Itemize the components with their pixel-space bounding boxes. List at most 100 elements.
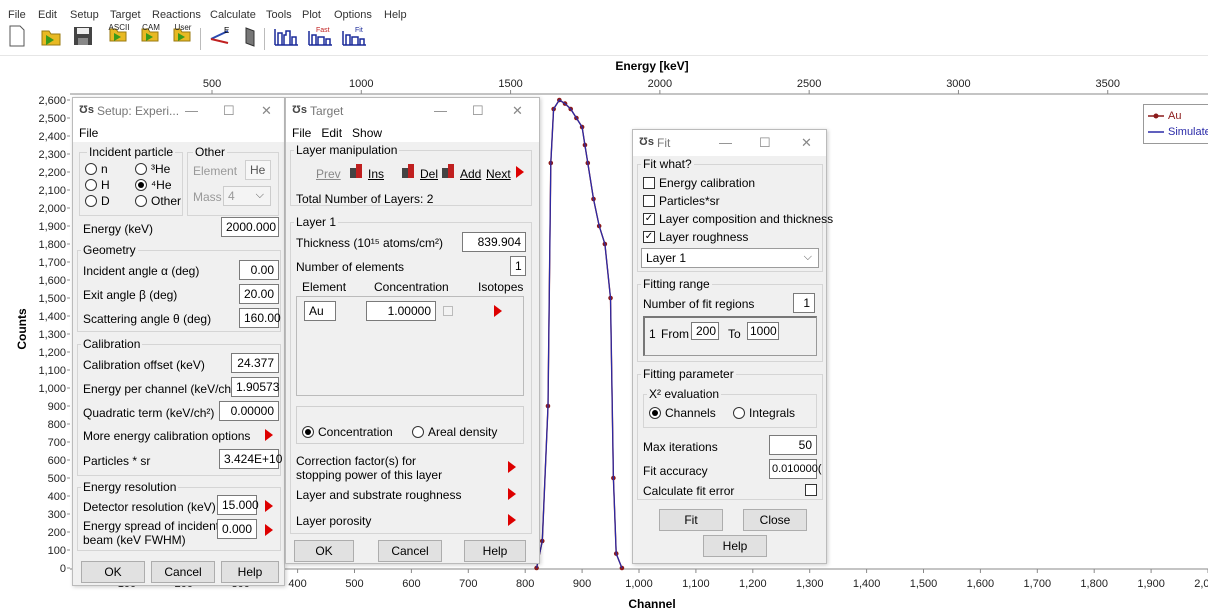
radio-d[interactable]: D: [85, 194, 110, 208]
menu-plot[interactable]: Plot: [302, 9, 321, 21]
detector-resolution-field[interactable]: 15.000: [217, 495, 259, 515]
menu-tools[interactable]: Tools: [266, 9, 292, 21]
fit-accuracy-field[interactable]: 0.010000(: [769, 459, 822, 479]
more-calibration-options-arrow-icon[interactable]: [265, 429, 273, 441]
add-button[interactable]: Add: [460, 167, 481, 181]
detector-resolution-arrow-icon[interactable]: [265, 500, 273, 512]
menu-target[interactable]: Target: [110, 9, 141, 21]
new-file-button[interactable]: [8, 25, 26, 55]
energy-spread-field[interactable]: 0.000: [217, 519, 257, 539]
next-arrow-icon[interactable]: [516, 166, 524, 178]
menu-options[interactable]: Options: [334, 9, 372, 21]
setup-experiment-button[interactable]: E: [208, 25, 232, 55]
y-tick-label: 2,600: [38, 95, 66, 107]
radio-channels[interactable]: Channels: [649, 406, 716, 420]
minimize-icon[interactable]: —: [719, 135, 732, 150]
max-iterations-field[interactable]: 50: [769, 435, 817, 455]
radio-3he[interactable]: ³He: [135, 162, 170, 176]
incident-angle-field[interactable]: 0.00: [239, 260, 279, 280]
maximize-icon[interactable]: ☐: [759, 135, 771, 151]
close-icon[interactable]: ✕: [512, 103, 523, 119]
scattering-angle-field[interactable]: 160.00: [239, 308, 281, 328]
maximize-icon[interactable]: ☐: [223, 103, 235, 119]
target-menu-edit[interactable]: Edit: [321, 126, 342, 140]
particles-sr-checkbox[interactable]: Particles*sr: [643, 194, 720, 208]
target-help-button[interactable]: Help: [464, 540, 526, 562]
setup-menu-file[interactable]: File: [79, 126, 98, 140]
to-field[interactable]: 1000: [747, 322, 779, 340]
fit-help-button[interactable]: Help: [703, 535, 767, 557]
porosity-arrow-icon[interactable]: [508, 514, 516, 526]
save-button[interactable]: [72, 25, 94, 55]
top-tick-label: 3000: [946, 78, 970, 90]
particles-sr-field[interactable]: 3.424E+10: [219, 449, 282, 469]
setup-help-button[interactable]: Help: [221, 561, 279, 583]
minimize-icon[interactable]: —: [185, 103, 198, 118]
maximize-icon[interactable]: ☐: [472, 103, 484, 119]
radio-other[interactable]: Other: [135, 194, 181, 208]
cal-offset-field[interactable]: 24.377: [231, 353, 279, 373]
simulate-icon: [274, 29, 298, 46]
concentration-field[interactable]: 1.00000: [366, 301, 436, 321]
mass-select[interactable]: 4 ⌵: [223, 186, 271, 206]
import-user-button[interactable]: User: [172, 23, 194, 55]
menu-help[interactable]: Help: [384, 9, 407, 21]
element-au-field[interactable]: Au: [304, 301, 336, 321]
target-ok-button[interactable]: OK: [294, 540, 354, 562]
radio-n[interactable]: n: [85, 162, 108, 176]
target-cancel-button[interactable]: Cancel: [378, 540, 442, 562]
calculate-fit-error-checkbox[interactable]: [805, 484, 817, 496]
minimize-icon[interactable]: —: [434, 103, 447, 118]
menu-edit[interactable]: Edit: [38, 9, 57, 21]
fit-button[interactable]: Fit: [659, 509, 723, 531]
from-field[interactable]: 200: [691, 322, 719, 340]
number-of-elements-field[interactable]: 1: [510, 256, 526, 276]
next-button[interactable]: Next: [486, 167, 511, 181]
menu-reactions[interactable]: Reactions: [152, 9, 201, 21]
fit-toolbar-button[interactable]: Fit: [340, 25, 368, 55]
ins-button[interactable]: Ins: [368, 167, 384, 181]
simulate-button[interactable]: [272, 25, 300, 55]
isotopes-arrow-icon[interactable]: [494, 305, 502, 317]
open-folder-icon: [41, 30, 61, 46]
fast-simulate-button[interactable]: Fast: [306, 25, 334, 55]
radio-h[interactable]: H: [85, 178, 110, 192]
layer-select[interactable]: Layer 1 ⌵: [641, 248, 819, 268]
radio-integrals[interactable]: Integrals: [733, 406, 795, 420]
energy-calibration-checkbox[interactable]: Energy calibration: [643, 176, 755, 190]
import-cam-button[interactable]: CAM: [140, 23, 162, 55]
radio-areal-density[interactable]: Areal density: [412, 425, 497, 439]
roughness-arrow-icon[interactable]: [508, 488, 516, 500]
y-tick-label: 500: [48, 473, 66, 485]
menu-calculate[interactable]: Calculate: [210, 9, 256, 21]
correction-factor-arrow-icon[interactable]: [508, 461, 516, 473]
setup-ok-button[interactable]: OK: [81, 561, 145, 583]
menu-setup[interactable]: Setup: [70, 9, 99, 21]
layer-roughness-checkbox[interactable]: ✓ Layer roughness: [643, 230, 748, 244]
menu-file[interactable]: File: [8, 9, 26, 21]
concentration-lock-checkbox[interactable]: [443, 306, 453, 316]
energy-field[interactable]: 2000.000: [221, 217, 279, 237]
close-icon[interactable]: ✕: [261, 103, 272, 119]
target-menu-show[interactable]: Show: [352, 126, 382, 140]
layer-composition-checkbox[interactable]: ✓ Layer composition and thickness: [643, 212, 833, 226]
del-button[interactable]: Del: [420, 167, 438, 181]
close-button[interactable]: Close: [743, 509, 807, 531]
element-field[interactable]: He: [245, 160, 271, 180]
fitting-range-title: Fitting range: [641, 277, 712, 291]
exit-angle-field[interactable]: 20.00: [239, 284, 279, 304]
import-ascii-button[interactable]: ASCII: [108, 23, 130, 55]
radio-4he[interactable]: ⁴He: [135, 178, 172, 192]
target-button[interactable]: [240, 25, 260, 55]
open-button[interactable]: [40, 25, 62, 55]
energy-per-channel-field[interactable]: 1.90573: [231, 377, 279, 397]
quadratic-term-field[interactable]: 0.00000: [219, 401, 279, 421]
fit-regions-field[interactable]: 1: [793, 293, 815, 313]
close-icon[interactable]: ✕: [801, 135, 812, 151]
radio-concentration[interactable]: Concentration: [302, 425, 393, 439]
setup-cancel-button[interactable]: Cancel: [151, 561, 215, 583]
prev-button[interactable]: Prev: [316, 167, 341, 181]
thickness-field[interactable]: 839.904: [462, 232, 526, 252]
target-menu-file[interactable]: File: [292, 126, 311, 140]
energy-spread-arrow-icon[interactable]: [265, 524, 273, 536]
